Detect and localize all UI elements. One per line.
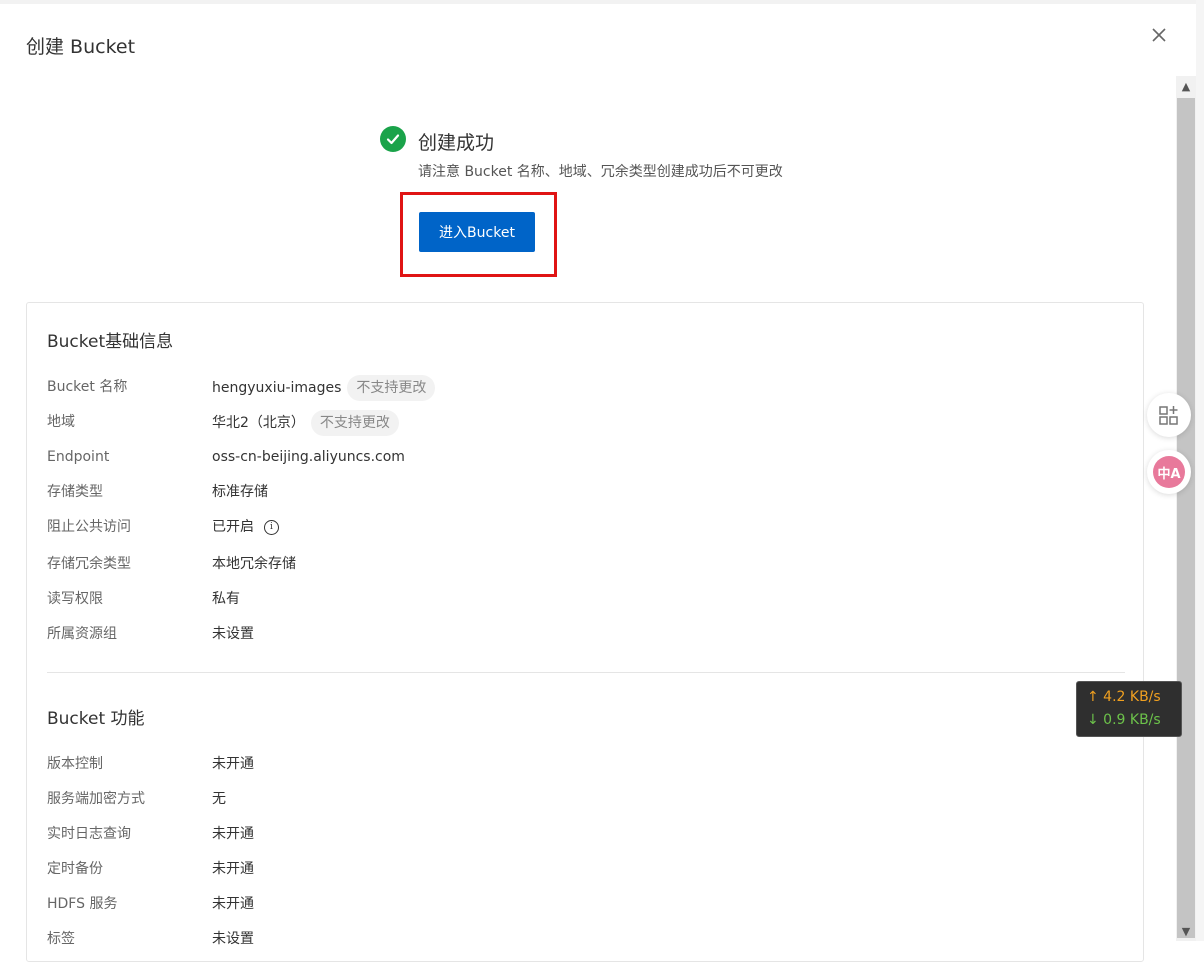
row-label: 标签 <box>47 931 75 947</box>
row-label: HDFS 服务 <box>47 896 118 912</box>
info-row-bucket-name: Bucket 名称 hengyuxiu-images 不支持更改 <box>47 375 947 401</box>
encryption-value: 无 <box>212 791 226 807</box>
resource-group-value: 未设置 <box>212 626 254 642</box>
bucket-name-value: hengyuxiu-images <box>212 380 342 396</box>
close-icon <box>1152 28 1166 42</box>
feature-row-encryption: 服务端加密方式 无 <box>47 787 947 811</box>
success-title: 创建成功 <box>418 132 495 154</box>
feature-row-versioning: 版本控制 未开通 <box>47 752 947 776</box>
feature-row-hdfs: HDFS 服务 未开通 <box>47 892 947 916</box>
row-label: Endpoint <box>47 449 110 465</box>
apps-float-button[interactable] <box>1147 393 1191 437</box>
add-apps-icon <box>1159 406 1178 425</box>
section-divider <box>47 672 1125 673</box>
info-row-resource-group: 所属资源组 未设置 <box>47 622 947 646</box>
row-label: 阻止公共访问 <box>47 519 131 535</box>
info-row-storage-class: 存储类型 标准存储 <box>47 480 947 504</box>
row-label: 存储类型 <box>47 484 103 500</box>
close-button[interactable] <box>1146 22 1172 48</box>
scheduled-backup-value: 未开通 <box>212 861 254 877</box>
features-title: Bucket 功能 <box>47 709 145 729</box>
network-speed-widget: ↑ 4.2 KB/s ↓ 0.9 KB/s <box>1076 681 1182 737</box>
upload-speed: ↑ 4.2 KB/s <box>1087 689 1161 705</box>
row-label: 地域 <box>47 414 75 430</box>
realtime-log-value: 未开通 <box>212 826 254 842</box>
row-label: Bucket 名称 <box>47 379 128 395</box>
translate-float-button[interactable]: 中A <box>1147 450 1191 494</box>
row-label: 实时日志查询 <box>47 826 131 842</box>
bucket-info-card: Bucket基础信息 Bucket 名称 hengyuxiu-images 不支持… <box>26 302 1144 962</box>
feature-row-tags: 标签 未设置 <box>47 927 947 951</box>
row-label: 所属资源组 <box>47 626 117 642</box>
info-row-redundancy: 存储冗余类型 本地冗余存储 <box>47 552 947 576</box>
row-label: 定时备份 <box>47 861 103 877</box>
info-row-block-public-access: 阻止公共访问 已开启 i <box>47 515 947 539</box>
row-value: 华北2（北京） 不支持更改 <box>212 410 399 436</box>
row-value: hengyuxiu-images 不支持更改 <box>212 375 436 401</box>
immutable-tag: 不支持更改 <box>310 410 399 436</box>
enter-bucket-button[interactable]: 进入Bucket <box>419 212 535 252</box>
versioning-value: 未开通 <box>212 756 254 772</box>
info-icon[interactable]: i <box>264 519 279 535</box>
download-speed: ↓ 0.9 KB/s <box>1087 712 1161 728</box>
block-public-access-value: 已开启 <box>212 519 254 535</box>
success-note: 请注意 Bucket 名称、地域、冗余类型创建成功后不可更改 <box>418 164 783 180</box>
endpoint-value: oss-cn-beijing.aliyuncs.com <box>212 449 405 465</box>
hdfs-value: 未开通 <box>212 896 254 912</box>
acl-value: 私有 <box>212 591 240 607</box>
row-label: 读写权限 <box>47 591 103 607</box>
region-value: 华北2（北京） <box>212 415 305 431</box>
tags-value: 未设置 <box>212 931 254 947</box>
feature-row-realtime-log: 实时日志查询 未开通 <box>47 822 947 846</box>
vertical-scrollbar[interactable]: ▲ ▼ <box>1176 76 1196 941</box>
basic-info-title: Bucket基础信息 <box>47 332 174 352</box>
info-row-acl: 读写权限 私有 <box>47 587 947 611</box>
translate-icon: 中A <box>1153 456 1185 488</box>
feature-row-scheduled-backup: 定时备份 未开通 <box>47 857 947 881</box>
info-row-endpoint: Endpoint oss-cn-beijing.aliyuncs.com <box>47 445 947 469</box>
scroll-down-icon[interactable]: ▼ <box>1176 921 1196 941</box>
row-label: 版本控制 <box>47 756 103 772</box>
storage-class-value: 标准存储 <box>212 484 268 500</box>
scroll-up-icon[interactable]: ▲ <box>1176 76 1196 96</box>
info-row-region: 地域 华北2（北京） 不支持更改 <box>47 410 947 436</box>
row-label: 存储冗余类型 <box>47 556 131 572</box>
redundancy-value: 本地冗余存储 <box>212 556 296 572</box>
top-edge <box>0 0 1204 4</box>
row-value: 已开启 i <box>212 515 279 539</box>
success-check-icon <box>380 126 406 152</box>
dialog-title: 创建 Bucket <box>26 36 136 58</box>
scrollbar-thumb[interactable] <box>1177 98 1195 938</box>
window-edge <box>1196 0 1204 941</box>
row-label: 服务端加密方式 <box>47 791 145 807</box>
immutable-tag: 不支持更改 <box>347 375 436 401</box>
